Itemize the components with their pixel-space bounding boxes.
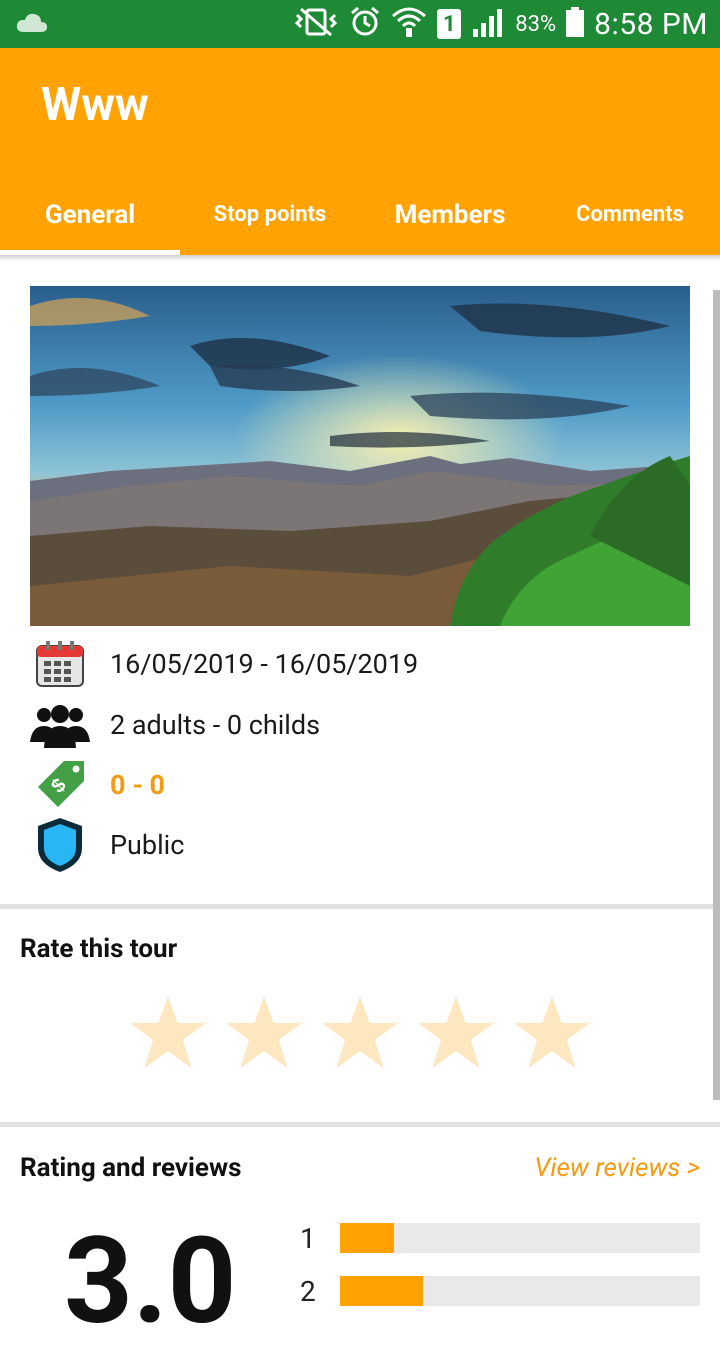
star-5-icon[interactable] <box>512 994 592 1074</box>
average-score: 3.0 <box>64 1212 237 1352</box>
rating-bar-row: 2 <box>300 1274 700 1308</box>
tour-dates: 16/05/2019 - 16/05/2019 <box>110 648 419 680</box>
view-reviews-link[interactable]: View reviews > <box>534 1153 700 1183</box>
dates-row: 16/05/2019 - 16/05/2019 <box>30 636 690 692</box>
tab-bar: General Stop points Members Comments <box>0 174 720 255</box>
tour-price: 0 - 0 <box>110 769 166 801</box>
scrollbar[interactable] <box>713 290 720 1100</box>
price-row: $ 0 - 0 <box>30 757 690 813</box>
calendar-icon <box>30 636 90 692</box>
rate-section-title: Rate this tour <box>20 934 178 964</box>
signal-icon <box>471 7 505 41</box>
star-4-icon[interactable] <box>416 994 496 1074</box>
group-icon <box>30 697 90 753</box>
sim-icon: 1 <box>437 9 462 39</box>
cloud-icon <box>16 12 48 38</box>
reviews-section-title: Rating and reviews <box>20 1153 242 1183</box>
rating-bar-fill <box>340 1223 394 1253</box>
status-bar: 1 83% 8:58 PM <box>0 0 720 48</box>
star-1-icon[interactable] <box>128 994 208 1074</box>
tab-members[interactable]: Members <box>360 174 540 255</box>
rating-bar-label: 2 <box>300 1274 316 1308</box>
battery-percent: 83% <box>515 11 557 37</box>
clock: 8:58 PM <box>594 6 708 42</box>
rating-bar-track <box>340 1223 700 1253</box>
tab-stop-points[interactable]: Stop points <box>180 174 360 255</box>
visibility-row: Public <box>30 817 690 873</box>
rating-stars <box>128 994 592 1074</box>
tour-cover-image <box>30 286 690 626</box>
rating-bar-track <box>340 1276 700 1306</box>
app-bar-shadow <box>0 255 720 261</box>
shield-icon <box>30 817 90 873</box>
tab-general[interactable]: General <box>0 174 180 255</box>
tour-visibility: Public <box>110 829 185 861</box>
rating-bar-row: 1 <box>300 1221 700 1255</box>
tour-people: 2 adults - 0 childs <box>110 709 321 741</box>
divider <box>0 904 720 909</box>
rating-bar-fill <box>340 1276 423 1306</box>
vibrate-icon <box>293 7 339 41</box>
wifi-icon <box>391 6 427 42</box>
tab-comments[interactable]: Comments <box>540 174 720 255</box>
price-tag-icon: $ <box>30 757 90 813</box>
alarm-icon <box>349 6 381 42</box>
page-title: Www <box>41 78 149 132</box>
app-bar: Www General Stop points Members Comments <box>0 48 720 255</box>
rating-bar-label: 1 <box>300 1221 316 1255</box>
divider <box>0 1122 720 1127</box>
star-2-icon[interactable] <box>224 994 304 1074</box>
people-row: 2 adults - 0 childs <box>30 697 690 753</box>
battery-icon <box>566 7 585 41</box>
star-3-icon[interactable] <box>320 994 400 1074</box>
